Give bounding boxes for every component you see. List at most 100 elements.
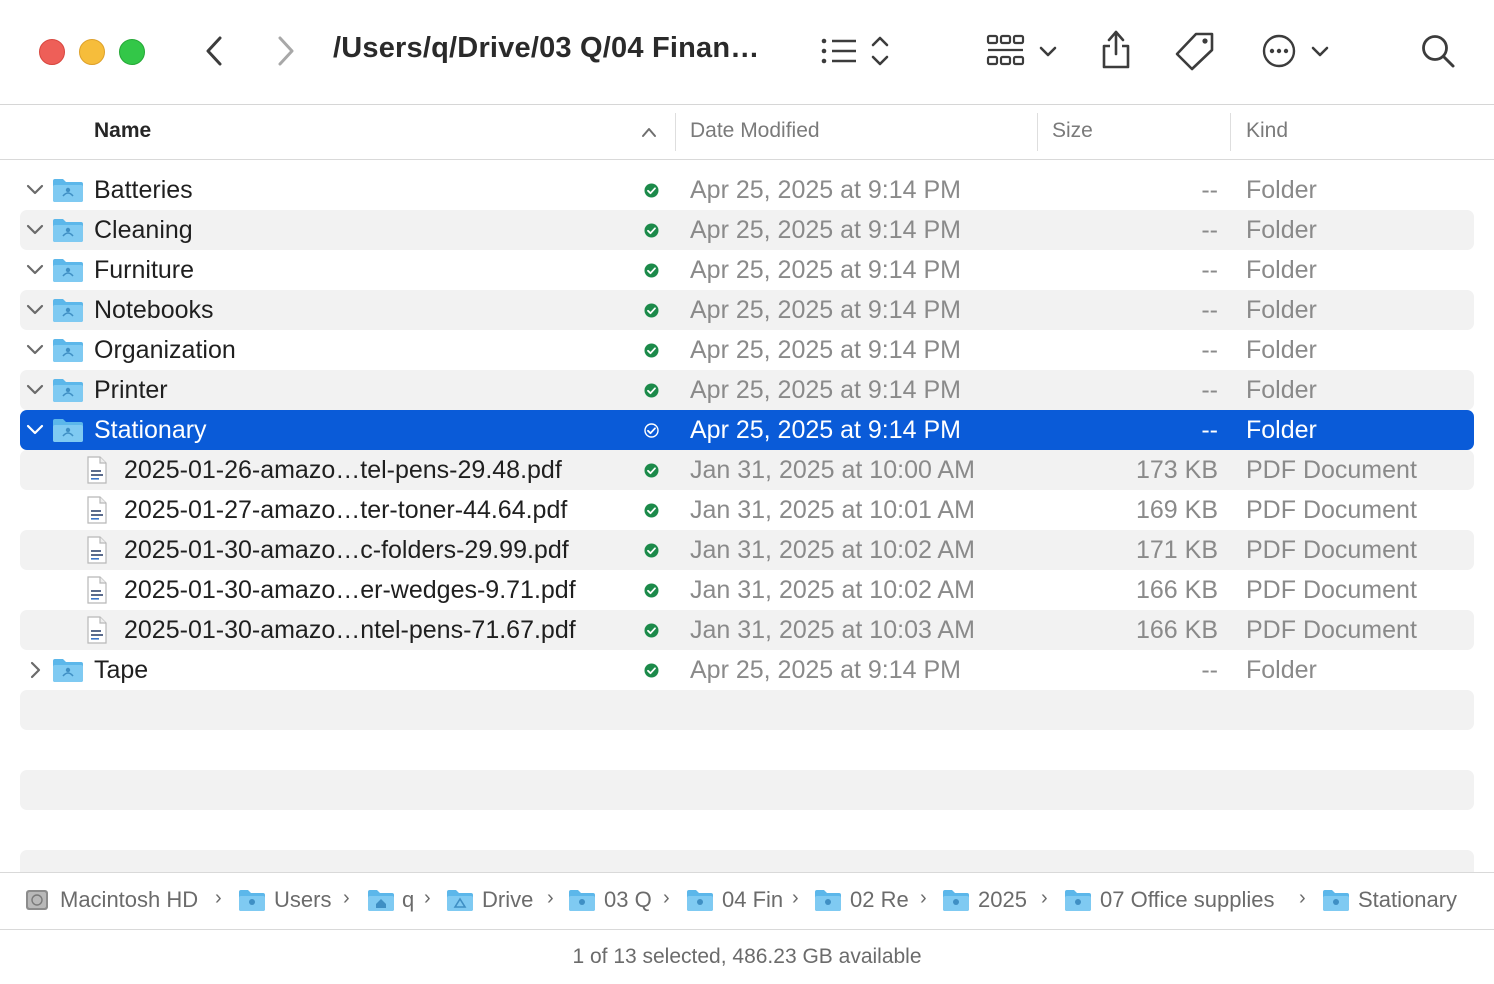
path-separator-chevron-icon: › [424, 887, 431, 909]
file-kind: PDF Document [1246, 496, 1417, 524]
list-item-notebooks[interactable]: Notebooks Apr 25, 2025 at 9:14 PM -- Fol… [20, 290, 1474, 330]
file-size: 171 KB [1135, 536, 1218, 564]
file-size: -- [1201, 256, 1218, 284]
disclosure-chevron-down-icon[interactable] [26, 381, 44, 399]
file-size: -- [1201, 176, 1218, 204]
status-bar: 1 of 13 selected, 486.23 GB available [572, 945, 922, 968]
file-size: -- [1201, 376, 1218, 404]
list-item-pdf[interactable]: 2025-01-30-amazo…c-folders-29.99.pdf Jan… [20, 530, 1474, 570]
pathbar-item-q[interactable]: q [402, 887, 414, 913]
column-divider[interactable] [675, 113, 676, 151]
synced-check-icon [644, 303, 659, 318]
column-header-size[interactable]: Size [1052, 119, 1093, 143]
group-grid-icon[interactable] [985, 33, 1061, 71]
list-item-organization[interactable]: Organization Apr 25, 2025 at 9:14 PM -- … [20, 330, 1474, 370]
synced-check-icon [644, 663, 659, 678]
column-divider[interactable] [1230, 113, 1231, 151]
file-kind: Folder [1246, 416, 1317, 444]
date-modified: Jan 31, 2025 at 10:02 AM [690, 576, 975, 604]
column-divider[interactable] [1037, 113, 1038, 151]
file-size: -- [1201, 336, 1218, 364]
pathbar-item-03-q[interactable]: 03 Q [604, 887, 652, 913]
pdf-document-icon [87, 576, 107, 604]
list-item-furniture[interactable]: Furniture Apr 25, 2025 at 9:14 PM -- Fol… [20, 250, 1474, 290]
list-item-tape[interactable]: Tape Apr 25, 2025 at 9:14 PM -- Folder [20, 650, 1474, 690]
date-modified: Jan 31, 2025 at 10:03 AM [690, 616, 975, 644]
pathbar-item-users[interactable]: Users [274, 887, 331, 913]
back-arrow-icon[interactable] [200, 34, 228, 68]
list-item-batteries[interactable]: Batteries Apr 25, 2025 at 9:14 PM -- Fol… [20, 170, 1474, 210]
synced-check-icon [644, 543, 659, 558]
file-name: Cleaning [94, 216, 193, 244]
pathbar-item-04-fin[interactable]: 04 Fin [722, 887, 783, 913]
pathbar-item-07-office-supplies[interactable]: 07 Office supplies [1100, 887, 1274, 913]
file-name: 2025-01-30-amazo…c-folders-29.99.pdf [124, 536, 569, 564]
empty-row-stripe [20, 850, 1474, 872]
disclosure-chevron-down-icon[interactable] [26, 301, 44, 319]
list-view-icon[interactable] [818, 34, 894, 70]
synced-check-icon [644, 383, 659, 398]
list-item-pdf[interactable]: 2025-01-27-amazo…ter-toner-44.64.pdf Jan… [20, 490, 1474, 530]
file-kind: Folder [1246, 296, 1317, 324]
pathbar-item-stationary[interactable]: Stationary [1358, 887, 1457, 913]
file-name: 2025-01-30-amazo…ntel-pens-71.67.pdf [124, 616, 576, 644]
folder-icon [53, 299, 83, 322]
file-size: 169 KB [1135, 496, 1218, 524]
minimize-window-button[interactable] [79, 39, 105, 65]
share-icon[interactable] [1098, 28, 1134, 72]
date-modified: Apr 25, 2025 at 9:14 PM [690, 176, 962, 204]
path-separator-chevron-icon: › [215, 887, 222, 909]
date-modified: Jan 31, 2025 at 10:00 AM [690, 456, 975, 484]
synced-check-icon [644, 223, 659, 238]
date-modified: Apr 25, 2025 at 9:14 PM [690, 216, 962, 244]
pdf-document-icon [87, 456, 107, 484]
disclosure-chevron-down-icon[interactable] [26, 341, 44, 359]
list-item-cleaning[interactable]: Cleaning Apr 25, 2025 at 9:14 PM -- Fold… [20, 210, 1474, 250]
tag-icon[interactable] [1174, 30, 1216, 72]
zoom-window-button[interactable] [119, 39, 145, 65]
disclosure-chevron-down-icon[interactable] [26, 261, 44, 279]
folder-icon [53, 219, 83, 242]
pathbar-item-macintosh-hd[interactable]: Macintosh HD [60, 887, 198, 913]
date-modified: Apr 25, 2025 at 9:14 PM [690, 416, 962, 444]
pathbar-item-2025[interactable]: 2025 [978, 887, 1027, 913]
file-size: -- [1201, 216, 1218, 244]
file-kind: PDF Document [1246, 536, 1417, 564]
pathbar-item-02-re[interactable]: 02 Re [850, 887, 909, 913]
pathbar-item-drive[interactable]: Drive [482, 887, 533, 913]
window-title: /Users/q/Drive/03 Q/04 Finan… [333, 32, 760, 64]
file-size: 166 KB [1135, 576, 1218, 604]
more-actions-icon[interactable] [1261, 33, 1333, 71]
disclosure-chevron-down-icon[interactable] [26, 221, 44, 239]
folder-icon [687, 890, 713, 911]
folder-icon [53, 259, 83, 282]
date-modified: Apr 25, 2025 at 9:14 PM [690, 376, 962, 404]
folder-icon [53, 379, 83, 402]
file-name: Batteries [94, 176, 193, 204]
list-item-pdf[interactable]: 2025-01-26-amazo…tel-pens-29.48.pdf Jan … [20, 450, 1474, 490]
folder-icon [53, 659, 83, 682]
synced-check-icon [644, 343, 659, 358]
disclosure-chevron-right-icon[interactable] [26, 661, 44, 679]
hard-drive-icon [26, 890, 48, 910]
file-size: 166 KB [1135, 616, 1218, 644]
disclosure-chevron-down-icon[interactable] [26, 181, 44, 199]
column-header-date-modified[interactable]: Date Modified [690, 119, 820, 143]
column-header-name[interactable]: Name [94, 119, 151, 143]
path-separator-chevron-icon: › [792, 887, 799, 909]
file-kind: Folder [1246, 176, 1317, 204]
pdf-document-icon [87, 496, 107, 524]
list-item-stationary-selected[interactable]: Stationary Apr 25, 2025 at 9:14 PM -- Fo… [20, 410, 1474, 450]
toolbar: /Users/q/Drive/03 Q/04 Finan… [0, 0, 1494, 105]
close-window-button[interactable] [39, 39, 65, 65]
list-item-pdf[interactable]: 2025-01-30-amazo…ntel-pens-71.67.pdf Jan… [20, 610, 1474, 650]
list-item-pdf[interactable]: 2025-01-30-amazo…er-wedges-9.71.pdf Jan … [20, 570, 1474, 610]
file-name: 2025-01-30-amazo…er-wedges-9.71.pdf [124, 576, 576, 604]
path-separator-chevron-icon: › [1041, 887, 1048, 909]
column-header-kind[interactable]: Kind [1246, 119, 1288, 143]
list-item-printer[interactable]: Printer Apr 25, 2025 at 9:14 PM -- Folde… [20, 370, 1474, 410]
forward-arrow-icon[interactable] [272, 34, 300, 68]
disclosure-chevron-down-icon[interactable] [26, 421, 44, 439]
search-icon[interactable] [1420, 33, 1458, 71]
synced-check-icon [644, 263, 659, 278]
